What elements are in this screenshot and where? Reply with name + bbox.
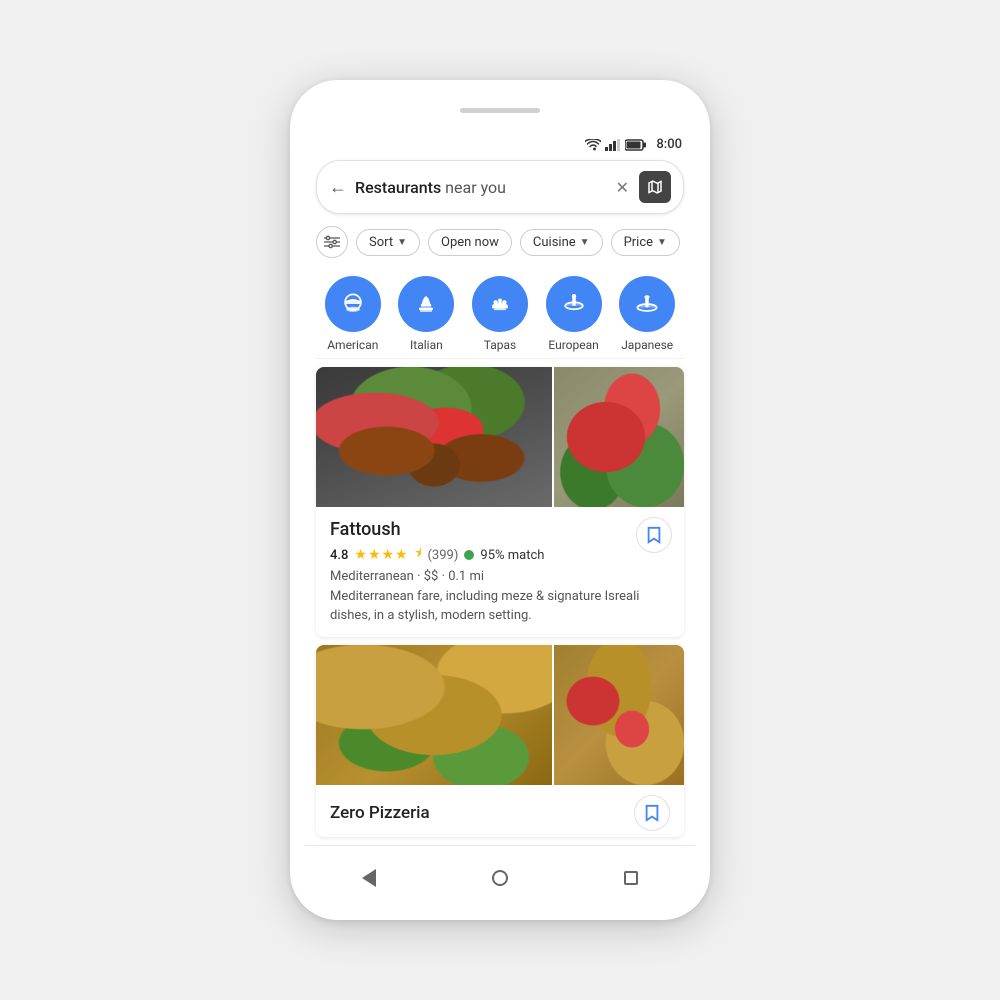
- fattoush-cuisine: Mediterranean: [330, 569, 414, 584]
- bookmark-icon-2: [644, 804, 660, 822]
- pizzeria-main-image: [316, 645, 552, 785]
- food-image-pizza1: [316, 645, 552, 785]
- category-row: American Italian: [304, 266, 696, 358]
- category-european[interactable]: European: [546, 276, 602, 352]
- fattoush-review-count: (399): [427, 548, 458, 563]
- back-nav-icon: [362, 869, 376, 887]
- price-label: Price: [624, 235, 653, 250]
- restaurant-card-zero-pizzeria[interactable]: Zero Pizzeria: [316, 645, 684, 837]
- food-image-stuffed: [554, 367, 684, 507]
- fattoush-images: [316, 367, 684, 507]
- open-now-label: Open now: [441, 235, 499, 250]
- fattoush-stars: ★★★★: [354, 547, 408, 563]
- pizzeria-images: [316, 645, 684, 785]
- recents-nav-button[interactable]: [611, 858, 651, 898]
- back-nav-button[interactable]: [349, 858, 389, 898]
- recents-nav-icon: [624, 871, 638, 885]
- filter-row: Sort ▼ Open now Cuisine ▼ Price ▼: [304, 222, 696, 266]
- european-circle: [546, 276, 602, 332]
- open-now-filter-chip[interactable]: Open now: [428, 229, 512, 256]
- cuisine-filter-chip[interactable]: Cuisine ▼: [520, 229, 603, 256]
- map-icon: [646, 178, 664, 196]
- search-query: Restaurants near you: [355, 178, 608, 197]
- pizzeria-side-image: [554, 645, 684, 785]
- divider-1: [316, 358, 684, 359]
- phone-shell: 8:00 ← Restaurants near you ✕: [290, 80, 710, 919]
- cuisine-label: Cuisine: [533, 235, 576, 250]
- japanese-icon: [633, 290, 661, 318]
- fattoush-name: Fattoush: [330, 519, 670, 540]
- fattoush-rating-row: 4.8 ★★★★ ⯨ (399) 95% match: [330, 544, 670, 566]
- fattoush-side-image: [554, 367, 684, 507]
- search-query-bold: Restaurants: [355, 178, 441, 197]
- fattoush-distance: 0.1 mi: [448, 569, 484, 584]
- food-image-salad: [316, 367, 552, 507]
- european-label: European: [548, 338, 598, 352]
- sort-filter-chip[interactable]: Sort ▼: [356, 229, 420, 256]
- battery-icon: [625, 139, 647, 151]
- fattoush-separator1: ·: [417, 569, 424, 584]
- fattoush-match: 95% match: [480, 548, 544, 563]
- tapas-circle: [472, 276, 528, 332]
- sort-label: Sort: [369, 235, 393, 250]
- category-american[interactable]: American: [325, 276, 381, 352]
- bookmark-icon: [646, 526, 662, 544]
- pizzeria-bookmark-button[interactable]: [634, 795, 670, 831]
- sort-arrow-icon: ▼: [397, 237, 407, 248]
- pizzeria-title-row: Zero Pizzeria: [316, 785, 684, 837]
- cuisine-arrow-icon: ▼: [580, 237, 590, 248]
- american-label: American: [327, 338, 378, 352]
- filter-settings-button[interactable]: [316, 226, 348, 258]
- home-nav-icon: [492, 870, 508, 886]
- match-indicator: [464, 550, 474, 560]
- fattoush-rating: 4.8: [330, 548, 348, 563]
- home-nav-button[interactable]: [480, 858, 520, 898]
- search-query-rest: near you: [441, 178, 506, 197]
- navigation-bar: [304, 845, 696, 906]
- notch-bar: [460, 108, 540, 113]
- wifi-icon: [585, 139, 601, 151]
- screen: 8:00 ← Restaurants near you ✕: [304, 131, 696, 905]
- category-japanese[interactable]: Japanese: [619, 276, 675, 352]
- american-icon: [339, 290, 367, 318]
- italian-label: Italian: [410, 338, 443, 352]
- japanese-label: Japanese: [621, 338, 673, 352]
- fattoush-description: Mediterranean fare, including meze & sig…: [330, 588, 670, 624]
- fattoush-price: $$: [424, 569, 439, 584]
- map-button[interactable]: [639, 171, 671, 203]
- european-icon: [560, 290, 588, 318]
- italian-circle: [398, 276, 454, 332]
- tapas-icon: [486, 290, 514, 318]
- restaurant-card-fattoush[interactable]: Fattoush 4.8 ★★★★ ⯨ (399) 95% match Medit…: [316, 367, 684, 636]
- category-italian[interactable]: Italian: [398, 276, 454, 352]
- food-image-pizza2: [554, 645, 684, 785]
- japanese-circle: [619, 276, 675, 332]
- fattoush-meta: Mediterranean · $$ · 0.1 mi: [330, 569, 670, 584]
- price-arrow-icon: ▼: [657, 237, 667, 248]
- status-icons: [585, 139, 647, 151]
- category-tapas[interactable]: Tapas: [472, 276, 528, 352]
- tapas-label: Tapas: [484, 338, 516, 352]
- time-display: 8:00: [656, 137, 682, 152]
- price-filter-chip[interactable]: Price ▼: [611, 229, 680, 256]
- clear-search-button[interactable]: ✕: [616, 178, 629, 197]
- sliders-icon: [324, 235, 340, 249]
- italian-icon: [412, 290, 440, 318]
- american-circle: [325, 276, 381, 332]
- search-action-icons: ✕: [616, 171, 671, 203]
- back-button[interactable]: ←: [329, 177, 347, 198]
- fattoush-half-star: ⯨: [415, 544, 422, 566]
- pizzeria-name: Zero Pizzeria: [330, 803, 430, 823]
- signal-icon: [605, 139, 621, 151]
- search-bar[interactable]: ← Restaurants near you ✕: [316, 160, 684, 214]
- fattoush-main-image: [316, 367, 552, 507]
- status-bar: 8:00: [304, 131, 696, 154]
- fattoush-info: Fattoush 4.8 ★★★★ ⯨ (399) 95% match Medit…: [316, 507, 684, 636]
